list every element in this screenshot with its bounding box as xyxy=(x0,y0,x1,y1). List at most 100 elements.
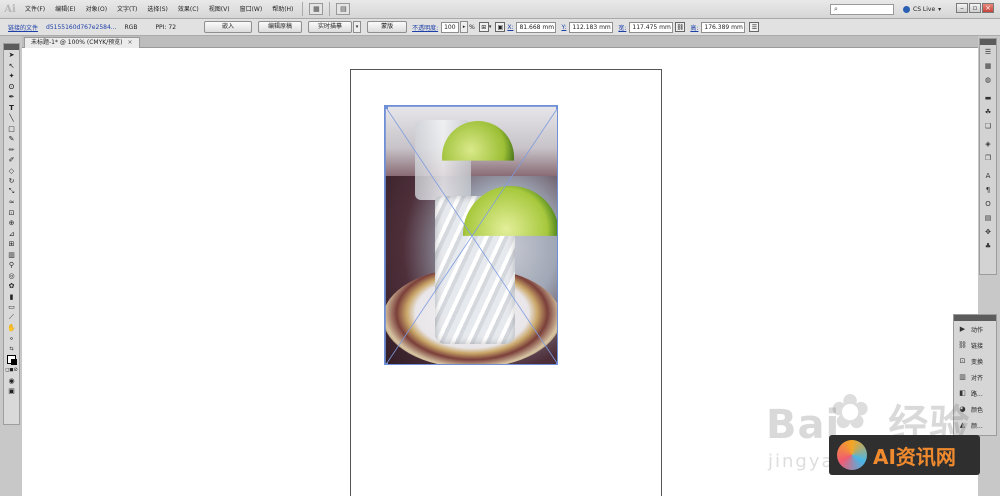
ppi-value: PPI: 72 xyxy=(155,23,177,31)
panel-item-label: 颜色 xyxy=(971,406,984,414)
menu-help[interactable]: 帮助(H) xyxy=(267,0,298,19)
chevron-down-icon[interactable]: ▾ xyxy=(489,24,492,30)
close-button[interactable]: × xyxy=(982,3,994,13)
help-search-input[interactable]: ⌕ xyxy=(830,4,894,15)
panel-item-transform[interactable]: ⊡ 变换 xyxy=(954,353,996,369)
swap-colors-icon[interactable]: ⇆ xyxy=(4,344,19,355)
perspective-grid-tool-icon[interactable]: ⊿ xyxy=(4,229,19,240)
embed-button[interactable]: 嵌入 xyxy=(204,21,253,33)
rotate-tool-icon[interactable]: ↻ xyxy=(4,176,19,187)
arrange-documents-icon[interactable]: ▤ xyxy=(336,3,351,15)
live-trace-dropdown[interactable]: ▾ xyxy=(353,21,362,33)
drawing-mode-icon[interactable]: ◉ xyxy=(4,376,19,387)
selection-tool-icon[interactable]: ➤ xyxy=(4,50,19,61)
y-input[interactable]: 112.183 mm xyxy=(569,21,614,33)
artboard-tool-icon[interactable]: ▭ xyxy=(4,302,19,313)
mesh-tool-icon[interactable]: ⊞ xyxy=(4,239,19,250)
menu-type[interactable]: 文字(T) xyxy=(112,0,142,19)
edit-original-button[interactable]: 编辑原稿 xyxy=(258,21,303,33)
paragraph-icon[interactable]: ¶ xyxy=(980,183,996,197)
shape-builder-tool-icon[interactable]: ⊕ xyxy=(4,218,19,229)
width-input[interactable]: 117.475 mm xyxy=(629,21,674,33)
height-input[interactable]: 176.389 mm xyxy=(701,21,746,33)
gradient-icon[interactable]: ✥ xyxy=(980,225,996,239)
pencil-tool-icon[interactable]: ✏ xyxy=(4,145,19,156)
opacity-dropdown[interactable]: ▸ xyxy=(460,21,469,33)
fill-stroke-icon[interactable] xyxy=(4,355,19,366)
tools-panel: ➤ ↖ ✦ ʘ ✒ T ╲ □ ✎ ✏ ✐ ◇ ↻ ⤡ ≈ ⊡ ⊕ ⊿ ⊞ ▥ … xyxy=(3,43,20,425)
menu-window[interactable]: 窗口(W) xyxy=(235,0,268,19)
color-guide-icon[interactable]: ▦ xyxy=(980,59,996,73)
linked-file-link[interactable]: 链接的文件 xyxy=(8,23,38,32)
zoom-tool-icon[interactable]: ⚬ xyxy=(4,334,19,345)
slice-tool-icon[interactable]: ⟋ xyxy=(4,313,19,324)
play-icon: ▶ xyxy=(959,325,966,333)
opacity-label[interactable]: 不透明度: xyxy=(412,23,438,32)
transform-icon: ⊡ xyxy=(959,357,966,365)
menu-edit[interactable]: 编辑(E) xyxy=(50,0,80,19)
column-graph-tool-icon[interactable]: ▮ xyxy=(4,292,19,303)
file-name[interactable]: d5155160d767e2584... xyxy=(46,24,116,31)
opacity-input[interactable]: 100 xyxy=(441,21,460,33)
restore-button[interactable]: ▫ xyxy=(969,3,981,13)
stroke-icon[interactable]: ▤ xyxy=(980,211,996,225)
symbols-icon[interactable]: ☘ xyxy=(980,105,996,119)
menu-select[interactable]: 选择(S) xyxy=(142,0,173,19)
eraser-tool-icon[interactable]: ◇ xyxy=(4,166,19,177)
mask-button[interactable]: 蒙版 xyxy=(367,21,408,33)
eyedropper-tool-icon[interactable]: ⚲ xyxy=(4,260,19,271)
color-panel-icon[interactable]: ☰ xyxy=(980,45,996,59)
direct-selection-tool-icon[interactable]: ↖ xyxy=(4,61,19,72)
panel-item-actions[interactable]: ▶ 动作 xyxy=(954,321,996,337)
type-tool-icon[interactable]: T xyxy=(4,103,19,114)
y-label: Y: xyxy=(561,23,567,31)
menu-file[interactable]: 文件(F) xyxy=(20,0,50,19)
gradient-tool-icon[interactable]: ▥ xyxy=(4,250,19,261)
artboards-icon[interactable]: ❐ xyxy=(980,151,996,165)
transparency-icon[interactable]: ♣ xyxy=(980,239,996,253)
layers-icon[interactable]: ◈ xyxy=(980,137,996,151)
magic-wand-tool-icon[interactable]: ✦ xyxy=(4,71,19,82)
character-icon[interactable]: A xyxy=(980,169,996,183)
rectangle-tool-icon[interactable]: □ xyxy=(4,124,19,135)
live-trace-button[interactable]: 实时描摹 xyxy=(308,21,353,33)
document-tab[interactable]: 未标题-1* @ 100% (CMYK/预览) × xyxy=(24,37,140,48)
symbol-sprayer-tool-icon[interactable]: ✿ xyxy=(4,281,19,292)
blob-brush-tool-icon[interactable]: ✐ xyxy=(4,155,19,166)
menu-object[interactable]: 对象(O) xyxy=(81,0,112,19)
lasso-tool-icon[interactable]: ʘ xyxy=(4,82,19,93)
pen-tool-icon[interactable]: ✒ xyxy=(4,92,19,103)
swatches-icon[interactable]: ◍ xyxy=(980,73,996,87)
panel-menu-icon[interactable]: ☰ xyxy=(749,22,760,32)
x-input[interactable]: 81.668 mm xyxy=(516,21,557,33)
menu-bar: Ai 文件(F) 编辑(E) 对象(O) 文字(T) 选择(S) 效果(C) 视… xyxy=(0,0,1000,19)
menu-effect[interactable]: 效果(C) xyxy=(173,0,204,19)
reference-locator-icon[interactable]: ▣ xyxy=(495,22,506,32)
bridge-icon[interactable]: ▦ xyxy=(309,3,324,15)
brushes-icon[interactable]: ▬ xyxy=(980,91,996,105)
link-proportions-icon[interactable]: ⛓ xyxy=(675,22,686,32)
minimize-button[interactable]: – xyxy=(956,3,968,13)
panel-item-align[interactable]: ▥ 对齐 xyxy=(954,369,996,385)
panel-item-label: 变换 xyxy=(971,358,984,366)
hand-tool-icon[interactable]: ✋ xyxy=(4,323,19,334)
graphic-styles-icon[interactable]: ❏ xyxy=(980,119,996,133)
placed-image[interactable] xyxy=(384,105,558,365)
menu-view[interactable]: 视图(V) xyxy=(204,0,235,19)
panel-item-links[interactable]: ⛓ 链接 xyxy=(954,337,996,353)
scale-tool-icon[interactable]: ⤡ xyxy=(4,187,19,198)
close-tab-icon[interactable]: × xyxy=(128,38,133,48)
cs-live-button[interactable]: CS Live ▾ xyxy=(903,4,941,15)
width-label: 宽: xyxy=(618,24,627,32)
free-transform-tool-icon[interactable]: ⊡ xyxy=(4,208,19,219)
reference-point-icon[interactable]: ⊞ xyxy=(478,22,489,32)
color-mode-icon[interactable]: ◻◼⊘ xyxy=(4,365,19,376)
warp-tool-icon[interactable]: ≈ xyxy=(4,197,19,208)
opentype-icon[interactable]: O xyxy=(980,197,996,211)
menu-separator xyxy=(302,2,304,16)
paintbrush-tool-icon[interactable]: ✎ xyxy=(4,134,19,145)
cs-live-label: CS Live xyxy=(913,6,936,13)
line-tool-icon[interactable]: ╲ xyxy=(4,113,19,124)
blend-tool-icon[interactable]: ◎ xyxy=(4,271,19,282)
screen-mode-icon[interactable]: ▣ xyxy=(4,386,19,397)
